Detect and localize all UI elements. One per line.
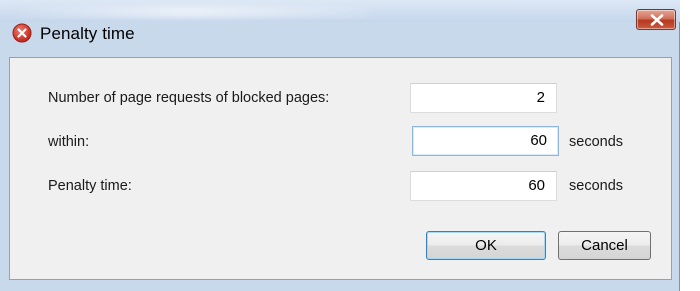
close-icon (650, 14, 664, 26)
cancel-button[interactable]: Cancel (558, 231, 651, 260)
penalty-time-unit-label: seconds (569, 178, 624, 194)
window-title: Penalty time (40, 24, 135, 43)
dialog-window: Penalty time Number of page requests of … (0, 0, 680, 291)
within-seconds-input[interactable]: 60 (412, 126, 559, 156)
requests-count-input[interactable]: 2 (410, 83, 557, 113)
penalty-time-input[interactable]: 60 (410, 171, 557, 201)
requests-label: Number of page requests of blocked pages… (48, 90, 330, 106)
within-label: within: (48, 134, 90, 150)
within-unit-label: seconds (569, 134, 624, 150)
title-bar[interactable] (0, 0, 680, 22)
ok-button[interactable]: OK (426, 231, 546, 260)
error-circle-icon (12, 23, 32, 43)
dialog-body: Number of page requests of blocked pages… (9, 57, 672, 280)
penalty-time-label: Penalty time: (48, 178, 132, 194)
close-button[interactable] (636, 9, 676, 30)
